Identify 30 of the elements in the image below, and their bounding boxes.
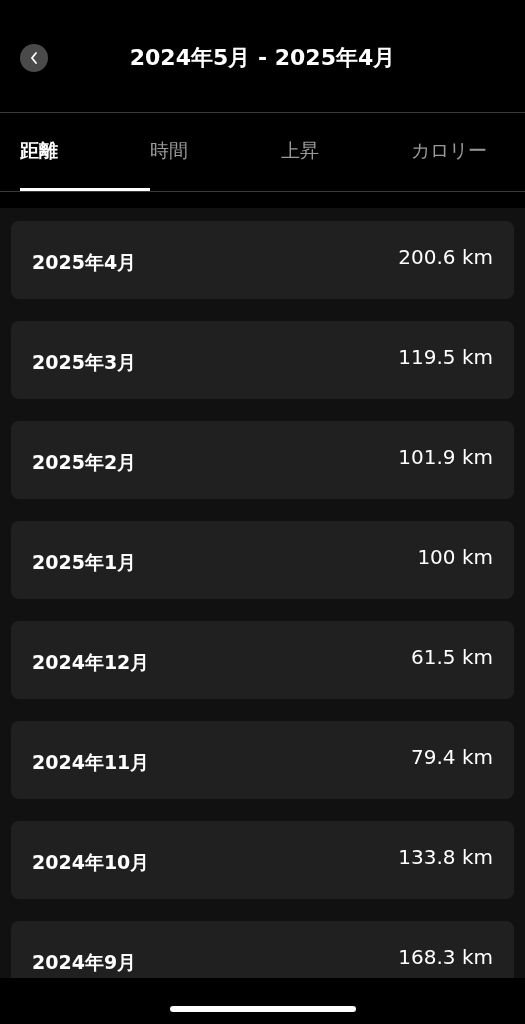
chevron-left-icon bbox=[29, 51, 39, 65]
month-card[interactable]: 2024年9月 168.3 km bbox=[11, 921, 514, 978]
header-title: 2024年5月 - 2025年4月 bbox=[128, 44, 397, 72]
month-card[interactable]: 2025年2月 101.9 km bbox=[11, 421, 514, 499]
month-card[interactable]: 2025年4月 200.6 km bbox=[11, 221, 514, 299]
tab[interactable]: 時間 bbox=[150, 113, 281, 191]
month-label: 2024年11月 bbox=[32, 750, 150, 775]
distance-value: 79.4 km bbox=[411, 745, 493, 769]
month-card[interactable]: 2024年11月 79.4 km bbox=[11, 721, 514, 799]
month-label: 2024年12月 bbox=[32, 650, 150, 675]
month-label: 2024年10月 bbox=[32, 850, 150, 875]
back-button[interactable] bbox=[20, 44, 48, 72]
distance-value: 61.5 km bbox=[411, 645, 493, 669]
month-card[interactable]: 2024年12月 61.5 km bbox=[11, 621, 514, 699]
distance-value: 200.6 km bbox=[398, 245, 493, 269]
distance-value: 133.8 km bbox=[398, 845, 493, 869]
month-label: 2025年4月 bbox=[32, 250, 137, 275]
distance-value: 101.9 km bbox=[398, 445, 493, 469]
month-label: 2025年3月 bbox=[32, 350, 137, 375]
month-card[interactable]: 2024年10月 133.8 km bbox=[11, 821, 514, 899]
month-label: 2024年9月 bbox=[32, 950, 137, 975]
distance-value: 119.5 km bbox=[398, 345, 493, 369]
month-card[interactable]: 2025年1月 100 km bbox=[11, 521, 514, 599]
month-label: 2025年2月 bbox=[32, 450, 137, 475]
tab[interactable]: 上昇 bbox=[280, 113, 411, 191]
month-label: 2025年1月 bbox=[32, 550, 137, 575]
distance-value: 168.3 km bbox=[398, 945, 493, 969]
month-card[interactable]: 2025年3月 119.5 km bbox=[11, 321, 514, 399]
distance-value: 100 km bbox=[417, 545, 493, 569]
tab[interactable]: カロリー bbox=[411, 113, 487, 191]
